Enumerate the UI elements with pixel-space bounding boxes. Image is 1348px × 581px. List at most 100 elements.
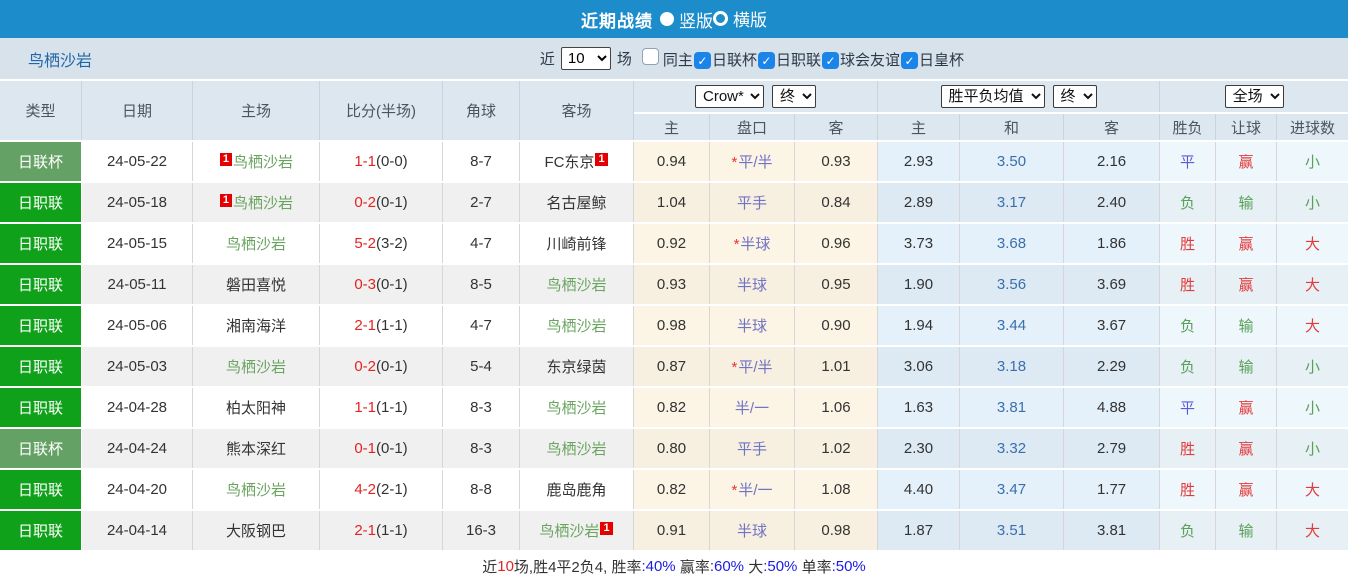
date-cell: 24-05-22 xyxy=(82,142,193,181)
result-goals-cell: 小 xyxy=(1277,388,1348,427)
handicap-cell: 半球 xyxy=(710,265,795,304)
page-title: 近期战绩 xyxy=(581,11,653,31)
avg-draw-cell: 3.56 xyxy=(960,265,1065,304)
home-odds-cell: 0.87 xyxy=(634,347,710,386)
avg-draw-cell: 3.44 xyxy=(960,306,1065,345)
layout-radio-label: 横版 xyxy=(733,11,767,31)
result-wdl-cell: 胜 xyxy=(1160,470,1217,509)
team-badge: 1 xyxy=(219,153,233,166)
handicap-cell: *半球 xyxy=(710,224,795,263)
away-odds-cell: 0.84 xyxy=(795,183,879,222)
score-halftime: (1-1) xyxy=(376,399,408,416)
col-header-type: 类型 xyxy=(0,81,82,140)
avg-away-cell: 2.79 xyxy=(1064,429,1161,468)
score-cell: 0-1(0-1) xyxy=(320,429,443,468)
score-halftime: (0-0) xyxy=(376,153,408,170)
avg-type-select[interactable]: 胜平负均值 xyxy=(940,85,1045,108)
checkbox-checked[interactable]: ✓ xyxy=(757,52,775,69)
team-name-text: 东京绿茵 xyxy=(546,359,607,376)
type-cell: 日职联 xyxy=(0,183,82,222)
team-name-text: 大阪钢巴 xyxy=(225,523,286,540)
type-cell: 日职联 xyxy=(0,388,82,427)
date-cell: 24-05-03 xyxy=(82,347,193,386)
home-team-cell: 1 鸟栖沙岩 xyxy=(193,142,320,181)
team-name-text: 川崎前锋 xyxy=(546,236,607,253)
sub-header-avg-draw: 和 xyxy=(960,114,1065,140)
checkbox-unchecked[interactable] xyxy=(641,47,659,65)
handicap-cell: 平手 xyxy=(710,183,795,222)
result-goals-cell: 大 xyxy=(1277,265,1348,304)
home-odds-cell: 0.92 xyxy=(634,224,710,263)
summary-segment: :60% xyxy=(709,558,745,575)
home-odds-cell: 0.93 xyxy=(634,265,710,304)
away-odds-cell: 1.01 xyxy=(795,347,879,386)
avg-away-cell: 4.88 xyxy=(1064,388,1161,427)
result-handicap-cell: 输 xyxy=(1216,347,1278,386)
score-halftime: (0-1) xyxy=(376,194,408,211)
score-cell: 0-2(0-1) xyxy=(320,347,443,386)
score-cell: 0-3(0-1) xyxy=(320,265,443,304)
home-team-cell: 鸟栖沙岩 xyxy=(193,224,320,263)
layout-radio-option[interactable]: 横版 xyxy=(713,6,767,31)
away-team-cell: 鸟栖沙岩 xyxy=(520,306,634,345)
away-odds-cell: 1.06 xyxy=(795,388,879,427)
table-row: 日职联 24-04-28 柏太阳神 1-1(1-1) 8-3 鸟栖沙岩 0.82 半/一 1.0… xyxy=(0,388,1348,427)
sub-header-result-handicap: 让球 xyxy=(1216,114,1278,140)
score-halftime: (1-1) xyxy=(376,522,408,539)
avg-final-select[interactable]: 终 xyxy=(1052,85,1097,108)
checkbox-label: 球会友谊 xyxy=(839,51,900,69)
home-team-cell: 湘南海洋 xyxy=(193,306,320,345)
team-name-text: 鹿岛鹿角 xyxy=(546,482,607,499)
result-handicap-cell: 赢 xyxy=(1216,470,1278,509)
checkbox-checked[interactable]: ✓ xyxy=(693,52,711,69)
checkbox-checked[interactable]: ✓ xyxy=(900,52,918,69)
sub-header-odds-home: 主 xyxy=(634,114,710,140)
col-header-date: 日期 xyxy=(82,81,193,140)
table-row: 日职联 24-04-14 大阪钢巴 2-1(1-1) 16-3 鸟栖沙岩 1 0.91 半球 0.… xyxy=(0,511,1348,550)
type-cell: 日联杯 xyxy=(0,429,82,468)
date-cell: 24-05-11 xyxy=(82,265,193,304)
scope-select[interactable]: 全场 xyxy=(1224,85,1284,108)
avg-away-cell: 3.69 xyxy=(1064,265,1161,304)
result-goals-cell: 小 xyxy=(1277,183,1348,222)
summary-segment: :40% xyxy=(641,558,676,575)
result-handicap-cell: 赢 xyxy=(1216,265,1278,304)
team-name-text: 熊本深红 xyxy=(225,441,286,458)
date-cell: 24-04-14 xyxy=(82,511,193,550)
odds-final-select[interactable]: 终 xyxy=(772,85,817,108)
avg-away-cell: 2.16 xyxy=(1064,142,1161,181)
avg-group-header: 胜平负均值 终 xyxy=(878,81,1161,112)
result-goals-cell: 大 xyxy=(1277,224,1348,263)
odds-company-select[interactable]: Crow* xyxy=(695,85,765,108)
layout-radio-selected[interactable]: 竖版 xyxy=(660,7,713,32)
score-cell: 5-2(3-2) xyxy=(320,224,443,263)
checkbox-checked[interactable]: ✓ xyxy=(821,52,839,69)
result-goals-cell: 小 xyxy=(1277,347,1348,386)
col-header-home: 主场 xyxy=(193,81,320,140)
away-team-cell: 鸟栖沙岩 xyxy=(520,388,634,427)
type-cell: 日职联 xyxy=(0,265,82,304)
result-wdl-cell: 负 xyxy=(1160,511,1217,550)
summary-segment: 单率 xyxy=(797,559,832,576)
handicap-cell: 平手 xyxy=(710,429,795,468)
score-halftime: (0-1) xyxy=(376,440,408,457)
home-team-cell: 熊本深红 xyxy=(193,429,320,468)
score-cell: 2-1(1-1) xyxy=(320,306,443,345)
team-name-text: 鸟栖沙岩 xyxy=(539,523,600,540)
team-name: 鸟栖沙岩 xyxy=(28,52,93,70)
summary-segment: :50% xyxy=(763,558,798,575)
avg-home-cell: 3.73 xyxy=(878,224,961,263)
away-team-cell: 鸟栖沙岩 xyxy=(520,265,634,304)
handicap-cell: *半/一 xyxy=(710,470,795,509)
date-cell: 24-05-06 xyxy=(82,306,193,345)
table-row: 日职联 24-05-18 1 鸟栖沙岩 0-2(0-1) 2-7 名古屋鲸 1.04 平手 0.8… xyxy=(0,183,1348,222)
score-cell: 1-1(0-0) xyxy=(320,142,443,181)
result-goals-cell: 大 xyxy=(1277,470,1348,509)
avg-home-cell: 1.87 xyxy=(878,511,961,550)
away-odds-cell: 0.95 xyxy=(795,265,879,304)
team-name-text: 鸟栖沙岩 xyxy=(233,195,294,212)
avg-home-cell: 1.63 xyxy=(878,388,961,427)
corners-cell: 4-7 xyxy=(443,224,520,263)
avg-home-cell: 1.94 xyxy=(878,306,961,345)
match-count-select[interactable]: 10 xyxy=(560,47,611,70)
